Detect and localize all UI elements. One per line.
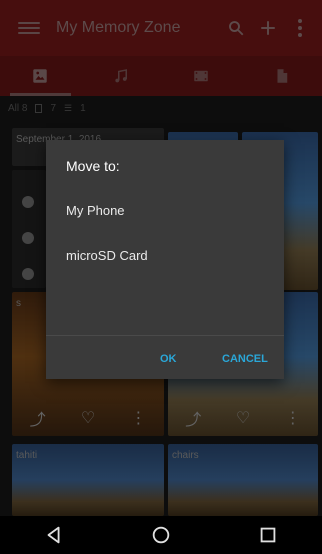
- home-icon[interactable]: [150, 524, 172, 546]
- dialog-divider: [46, 335, 284, 336]
- recents-icon[interactable]: [257, 524, 279, 546]
- option-microsd-card[interactable]: microSD Card: [66, 248, 148, 263]
- system-nav-bar: [0, 516, 322, 554]
- back-icon[interactable]: [43, 524, 65, 546]
- ok-button[interactable]: OK: [160, 353, 177, 365]
- cancel-button[interactable]: CANCEL: [222, 353, 268, 365]
- move-to-dialog: Move to: My Phone microSD Card OK CANCEL: [46, 140, 284, 379]
- option-my-phone[interactable]: My Phone: [66, 203, 125, 218]
- dialog-title: Move to:: [66, 158, 120, 174]
